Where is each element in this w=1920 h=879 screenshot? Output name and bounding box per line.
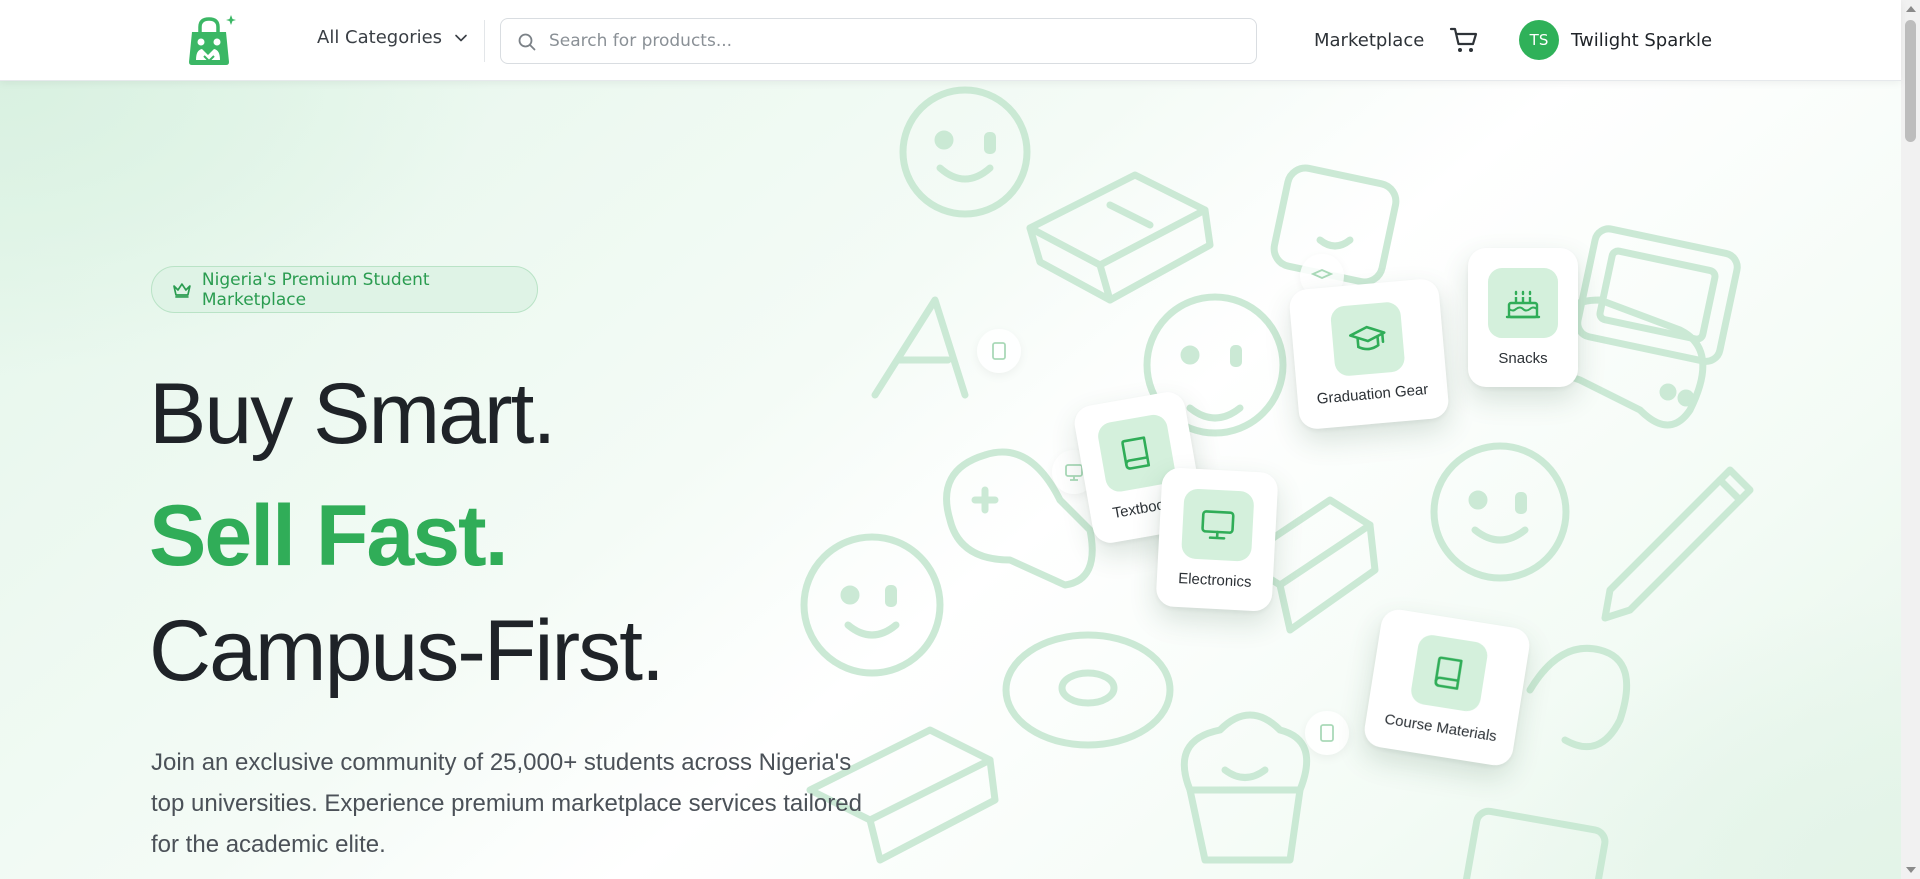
category-card-graduation-gear[interactable]: Graduation Gear	[1288, 277, 1450, 431]
book-icon	[1434, 656, 1463, 690]
top-navbar: All Categories Marketplace TS Twilight S…	[0, 0, 1901, 81]
headline-line-1: Buy Smart.	[149, 366, 556, 462]
marketplace-link[interactable]: Marketplace	[1314, 30, 1424, 51]
category-card-snacks[interactable]: Snacks	[1468, 248, 1578, 387]
chevron-down-icon	[455, 34, 467, 41]
scroll-up-arrow-icon[interactable]	[1906, 6, 1916, 12]
shopping-bag-logo-icon	[189, 15, 236, 65]
page-scrollbar[interactable]	[1901, 0, 1920, 879]
user-name: Twilight Sparkle	[1571, 29, 1713, 51]
category-label: Course Materials	[1383, 710, 1498, 746]
monitor-icon	[1201, 510, 1235, 540]
headline-line-3: Campus-First.	[149, 603, 665, 699]
brand-logo[interactable]	[186, 14, 236, 66]
search-bar[interactable]	[500, 18, 1257, 64]
category-icon-box	[1180, 488, 1255, 562]
user-menu[interactable]: TS Twilight Sparkle	[1519, 20, 1712, 60]
crown-icon	[173, 282, 191, 298]
hero-badge: Nigeria's Premium Student Marketplace	[151, 266, 538, 313]
all-categories-dropdown[interactable]: All Categories	[317, 27, 468, 48]
book-icon	[992, 342, 1006, 360]
floating-book-bubble-2	[1305, 711, 1349, 755]
category-card-electronics[interactable]: Electronics	[1155, 467, 1279, 612]
cart-button[interactable]	[1449, 25, 1479, 59]
headline-line-2: Sell Fast.	[149, 488, 509, 584]
shopping-cart-icon	[1449, 27, 1478, 52]
category-label: Snacks	[1498, 350, 1548, 367]
hero-badge-text: Nigeria's Premium Student Marketplace	[201, 269, 430, 310]
graduation-cap-icon	[1349, 325, 1386, 351]
floating-book-bubble	[977, 329, 1021, 373]
search-icon	[518, 33, 536, 51]
hero-description: Join an exclusive community of 25,000+ s…	[151, 749, 862, 858]
category-card-course-materials[interactable]: Course Materials	[1362, 607, 1532, 768]
cake-icon	[1505, 290, 1541, 319]
avatar: TS	[1519, 20, 1559, 60]
category-icon-box	[1488, 268, 1558, 338]
category-label: Graduation Gear	[1316, 381, 1429, 408]
category-icon-box	[1409, 633, 1490, 714]
book-icon	[1121, 436, 1151, 470]
all-categories-label: All Categories	[317, 27, 443, 48]
scrollbar-thumb[interactable]	[1905, 20, 1916, 142]
category-label: Electronics	[1177, 570, 1252, 591]
book-icon	[1320, 724, 1334, 742]
scroll-down-arrow-icon[interactable]	[1906, 867, 1916, 873]
graduation-cap-icon	[1311, 269, 1333, 279]
category-icon-box	[1329, 301, 1406, 377]
search-input[interactable]	[549, 19, 1239, 63]
header-divider	[484, 20, 485, 62]
hero-section: Nigeria's Premium Student Marketplace Bu…	[0, 81, 1901, 879]
